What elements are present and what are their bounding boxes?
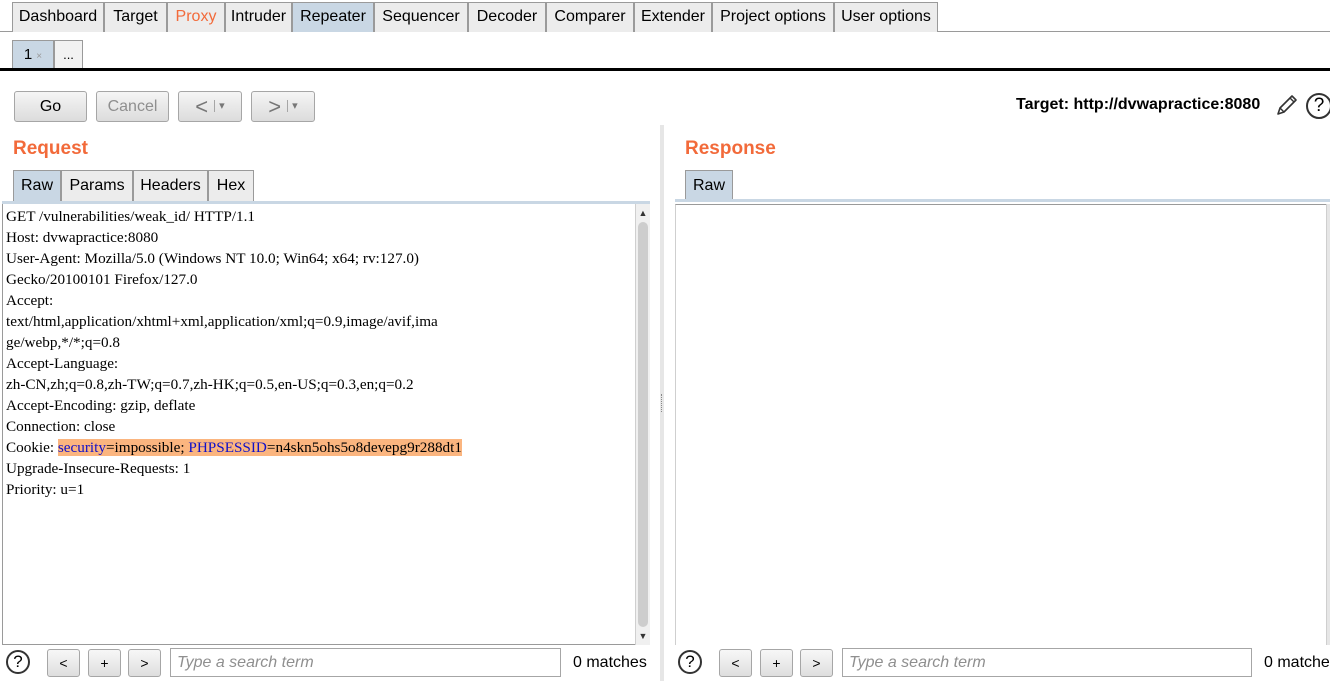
go-button[interactable]: Go bbox=[14, 91, 87, 122]
request-editor[interactable]: GET /vulnerabilities/weak_id/ HTTP/1.1 Ho… bbox=[2, 204, 635, 645]
repeater-tab-new[interactable]: ... bbox=[54, 40, 83, 70]
tab-project-options[interactable]: Project options bbox=[712, 2, 834, 32]
response-title: Response bbox=[685, 138, 776, 159]
forward-button[interactable]: > ▾ bbox=[251, 91, 315, 122]
request-line: Accept-Encoding: gzip, deflate bbox=[6, 397, 196, 414]
search-next-button[interactable]: > bbox=[800, 649, 833, 677]
tab-repeater[interactable]: Repeater bbox=[292, 2, 374, 32]
tab-target[interactable]: Target bbox=[104, 2, 167, 32]
cookie-equals: = bbox=[105, 439, 115, 456]
target-label: Target: http://dvwapractice:8080 bbox=[1016, 96, 1261, 113]
tab-proxy[interactable]: Proxy bbox=[167, 2, 225, 32]
request-tab-raw[interactable]: Raw bbox=[13, 170, 61, 202]
chevron-down-icon[interactable]: ▾ bbox=[214, 100, 225, 112]
help-icon[interactable]: ? bbox=[678, 650, 702, 674]
response-editor[interactable] bbox=[675, 204, 1326, 645]
scroll-down-icon[interactable]: ▼ bbox=[636, 628, 650, 644]
request-tab-headers[interactable]: Headers bbox=[133, 170, 208, 202]
request-line: ge/webp,*/*;q=0.8 bbox=[6, 334, 121, 351]
help-icon[interactable]: ? bbox=[1306, 93, 1330, 119]
request-line: text/html,application/xhtml+xml,applicat… bbox=[6, 313, 438, 330]
response-scrollbar[interactable] bbox=[1326, 204, 1330, 645]
search-add-button[interactable]: + bbox=[760, 649, 793, 677]
request-line: Accept: bbox=[6, 292, 54, 309]
tab-decoder[interactable]: Decoder bbox=[468, 2, 546, 32]
tab-user-options[interactable]: User options bbox=[834, 2, 938, 32]
request-line: zh-CN,zh;q=0.8,zh-TW;q=0.7,zh-HK;q=0.5,e… bbox=[6, 376, 414, 393]
response-tab-raw[interactable]: Raw bbox=[685, 170, 733, 200]
request-tab-params[interactable]: Params bbox=[61, 170, 133, 202]
scroll-up-icon[interactable]: ▲ bbox=[636, 204, 650, 220]
forward-arrow-icon: > bbox=[268, 94, 282, 119]
cookie-name-security: security bbox=[57, 439, 106, 456]
request-search-input[interactable] bbox=[170, 648, 561, 677]
tab-divider bbox=[0, 68, 1330, 71]
scroll-thumb[interactable] bbox=[638, 222, 648, 627]
tab-extender[interactable]: Extender bbox=[634, 2, 712, 32]
request-match-count: 0 matches bbox=[573, 654, 647, 671]
pencil-icon[interactable] bbox=[1274, 92, 1300, 118]
request-title: Request bbox=[13, 138, 88, 159]
cookie-value-security: impossible; bbox=[114, 439, 189, 456]
tab-intruder[interactable]: Intruder bbox=[225, 2, 292, 32]
search-prev-button[interactable]: < bbox=[47, 649, 80, 677]
request-text[interactable]: GET /vulnerabilities/weak_id/ HTTP/1.1 Ho… bbox=[3, 204, 635, 500]
request-line: Gecko/20100101 Firefox/127.0 bbox=[6, 271, 198, 288]
request-line: Connection: close bbox=[6, 418, 116, 435]
back-arrow-icon: < bbox=[195, 94, 209, 119]
tab-sequencer[interactable]: Sequencer bbox=[374, 2, 468, 32]
request-line: Priority: u=1 bbox=[6, 481, 85, 498]
repeater-tab-1[interactable]: 1 × bbox=[12, 40, 54, 70]
request-line: Accept-Language: bbox=[6, 355, 119, 372]
splitter-grip[interactable] bbox=[661, 394, 663, 412]
repeater-tab-label: 1 bbox=[23, 46, 33, 63]
cookie-prefix: Cookie: bbox=[6, 439, 58, 456]
search-next-button[interactable]: > bbox=[128, 649, 161, 677]
search-add-button[interactable]: + bbox=[88, 649, 121, 677]
cookie-value-phpsessid: n4skn5ohs5o8devepg9r288dt1 bbox=[275, 439, 462, 456]
request-tab-hex[interactable]: Hex bbox=[208, 170, 254, 202]
back-button[interactable]: < ▾ bbox=[178, 91, 242, 122]
cookie-name-phpsessid: PHPSESSID bbox=[188, 439, 267, 456]
request-line: User-Agent: Mozilla/5.0 (Windows NT 10.0… bbox=[6, 250, 419, 267]
response-tab-underline bbox=[675, 199, 1330, 202]
request-scrollbar[interactable]: ▲ ▼ bbox=[635, 204, 650, 645]
main-tab-bar: Dashboard Target Proxy Intruder Repeater… bbox=[0, 0, 1330, 32]
tab-comparer[interactable]: Comparer bbox=[546, 2, 634, 32]
request-line: Upgrade-Insecure-Requests: 1 bbox=[6, 460, 191, 477]
request-line: GET /vulnerabilities/weak_id/ HTTP/1.1 bbox=[6, 208, 256, 225]
tab-dashboard[interactable]: Dashboard bbox=[12, 2, 104, 32]
request-line: Host: dvwapractice:8080 bbox=[6, 229, 159, 246]
search-prev-button[interactable]: < bbox=[719, 649, 752, 677]
cookie-highlight: security=impossible; PHPSESSID=n4skn5ohs… bbox=[57, 439, 462, 456]
response-match-count: 0 matches bbox=[1264, 654, 1330, 671]
close-icon[interactable]: × bbox=[36, 51, 42, 62]
cancel-button[interactable]: Cancel bbox=[96, 91, 169, 122]
chevron-down-icon[interactable]: ▾ bbox=[287, 100, 298, 112]
cookie-line: Cookie: security=impossible; PHPSESSID=n… bbox=[6, 437, 635, 458]
help-icon[interactable]: ? bbox=[6, 650, 30, 674]
response-search-input[interactable] bbox=[842, 648, 1252, 677]
